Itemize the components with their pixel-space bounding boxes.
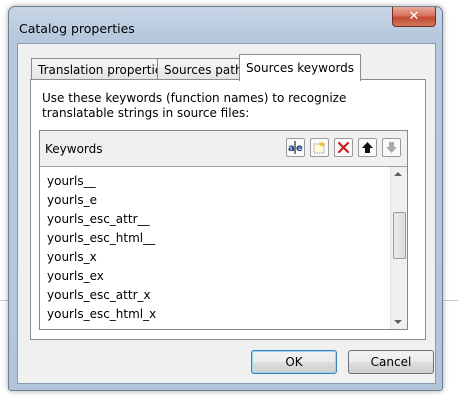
list-header-title: Keywords [45, 142, 103, 156]
delete-item-icon [337, 141, 350, 154]
move-up-button[interactable] [358, 138, 377, 157]
ok-button[interactable]: OK [251, 350, 337, 374]
window-title: Catalog properties [19, 21, 135, 36]
edit-item-icon: a e [288, 141, 303, 154]
edit-item-button[interactable]: a e [286, 138, 305, 157]
list-item[interactable]: yourls_esc_attr_x [47, 286, 156, 305]
list-item[interactable]: yourls_esc_html__ [47, 229, 156, 248]
background-divider [442, 300, 458, 301]
tab-sources-keywords[interactable]: Sources keywords [239, 54, 362, 81]
delete-item-button[interactable] [334, 138, 353, 157]
svg-text:e: e [296, 143, 303, 154]
new-item-icon [313, 141, 325, 154]
list-item[interactable]: yourls_e [47, 191, 156, 210]
cancel-button-label: Cancel [370, 355, 412, 369]
list-item[interactable]: yourls_esc_html_x [47, 305, 156, 324]
tab-translation-properties[interactable]: Translation properties [31, 58, 176, 80]
svg-text:a: a [288, 143, 295, 154]
move-down-button[interactable] [382, 138, 401, 157]
keywords-list-box: Keywords a e yourls__ yourls_e yourls_es… [39, 130, 408, 330]
keywords-list-header: Keywords a e [40, 131, 407, 167]
list-item[interactable]: yourls_x [47, 248, 156, 267]
new-item-button[interactable] [310, 138, 329, 157]
dialog-client-area: Translation properties Sources paths Sou… [17, 43, 436, 384]
ok-button-label: OK [285, 355, 303, 369]
scroll-up-arrow-icon[interactable] [394, 172, 402, 176]
sources-keywords-panel: Use these keywords (function names) to r… [30, 79, 426, 340]
keywords-description: Use these keywords (function names) to r… [42, 91, 347, 120]
move-up-icon [362, 142, 373, 153]
list-item[interactable]: yourls_ex [47, 267, 156, 286]
background-divider [0, 300, 8, 301]
scroll-thumb[interactable] [393, 212, 406, 259]
tab-label: Translation properties [38, 62, 169, 77]
tab-label: Sources paths [164, 62, 249, 77]
tab-label: Sources keywords [246, 61, 355, 75]
vertical-scrollbar[interactable] [390, 167, 407, 329]
catalog-properties-dialog: Catalog properties ✕ Translation propert… [8, 6, 443, 391]
close-button[interactable]: ✕ [392, 7, 436, 27]
move-down-icon [386, 142, 397, 153]
scroll-down-arrow-icon[interactable] [394, 320, 402, 324]
list-item[interactable]: yourls__ [47, 172, 156, 191]
list-item[interactable]: yourls_esc_attr__ [47, 210, 156, 229]
keywords-list: yourls__ yourls_e yourls_esc_attr__ your… [47, 172, 156, 324]
cancel-button[interactable]: Cancel [348, 350, 434, 374]
